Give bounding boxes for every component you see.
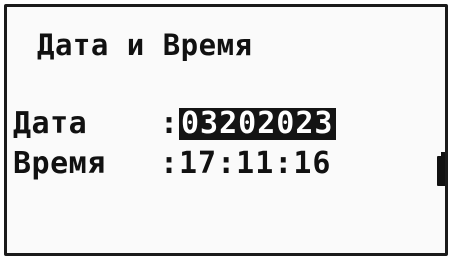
date-value-field[interactable]: 03202023 bbox=[179, 108, 336, 140]
lcd-screen: Дата и Время Дата : 03202023 Время : 17:… bbox=[4, 4, 448, 256]
time-label: Время bbox=[13, 146, 106, 181]
time-separator: : bbox=[160, 146, 179, 181]
screen-title: Дата и Время bbox=[37, 28, 253, 62]
battery-icon bbox=[437, 152, 445, 186]
date-label: Дата bbox=[13, 106, 88, 141]
date-separator: : bbox=[160, 106, 179, 141]
battery-body bbox=[437, 156, 445, 186]
time-value-field[interactable]: 17:11:16 bbox=[179, 146, 332, 181]
